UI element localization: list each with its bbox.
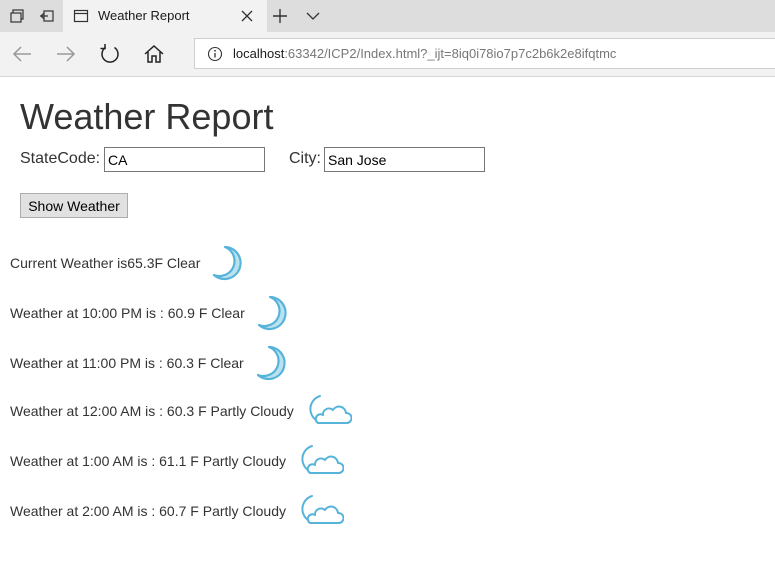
weather-text: Weather at 11:00 PM is : 60.3 F Clear	[10, 355, 244, 371]
weather-text: Current Weather is65.3F Clear	[10, 255, 201, 271]
moon-cloud-icon	[286, 445, 345, 474]
url-host: localhost	[233, 46, 285, 61]
state-code-label: StateCode:	[20, 150, 101, 167]
weather-row: Weather at 2:00 AM is : 60.7 F Partly Cl…	[10, 494, 345, 528]
moon-cloud-icon	[286, 495, 345, 524]
page-icon	[73, 8, 89, 29]
browser-nav-bar: localhost:63342/ICP2/Index.html?_ijt=8iq…	[0, 32, 775, 77]
browser-tab-bar: Weather Report	[0, 0, 775, 32]
back-arrow-icon[interactable]	[10, 42, 34, 66]
weather-text: Weather at 1:00 AM is : 61.1 F Partly Cl…	[10, 453, 286, 469]
page-title: Weather Report	[20, 96, 274, 137]
weather-row: Weather at 1:00 AM is : 61.1 F Partly Cl…	[10, 444, 345, 478]
url-text[interactable]: localhost:63342/ICP2/Index.html?_ijt=8iq…	[233, 46, 616, 61]
tab-actions-icon[interactable]	[6, 5, 28, 27]
state-code-input[interactable]	[104, 147, 265, 172]
new-tab-icon[interactable]	[272, 8, 288, 29]
url-path: :63342/ICP2/Index.html?_ijt=8iq0i78io7p7…	[284, 46, 617, 61]
moon-cloud-icon	[294, 395, 353, 424]
city-input[interactable]	[324, 147, 485, 172]
home-icon[interactable]	[142, 42, 166, 66]
moon-icon	[200, 245, 248, 281]
chevron-down-icon[interactable]	[305, 8, 321, 29]
show-weather-button[interactable]: Show Weather	[20, 193, 128, 218]
weather-text: Weather at 2:00 AM is : 60.7 F Partly Cl…	[10, 503, 286, 519]
active-tab[interactable]: Weather Report	[63, 0, 267, 32]
refresh-icon[interactable]	[98, 42, 122, 66]
weather-text: Weather at 12:00 AM is : 60.3 F Partly C…	[10, 403, 294, 419]
moon-icon	[244, 345, 292, 381]
weather-row: Weather at 10:00 PM is : 60.9 F Clear	[10, 294, 293, 332]
weather-row: Weather at 12:00 AM is : 60.3 F Partly C…	[10, 394, 353, 428]
set-tabs-aside-icon[interactable]	[36, 5, 58, 27]
tab-title: Weather Report	[98, 8, 190, 23]
weather-row: Current Weather is65.3F Clear	[10, 244, 248, 282]
weather-text: Weather at 10:00 PM is : 60.9 F Clear	[10, 305, 245, 321]
address-bar[interactable]: localhost:63342/ICP2/Index.html?_ijt=8iq…	[194, 38, 775, 69]
forward-arrow-icon[interactable]	[54, 42, 78, 66]
info-icon[interactable]	[207, 46, 223, 67]
page-content: Weather Report StateCode: City: Show Wea…	[0, 77, 775, 582]
weather-row: Weather at 11:00 PM is : 60.3 F Clear	[10, 344, 292, 382]
moon-icon	[245, 295, 293, 331]
city-label: City:	[289, 150, 321, 167]
close-tab-icon[interactable]	[239, 8, 255, 24]
